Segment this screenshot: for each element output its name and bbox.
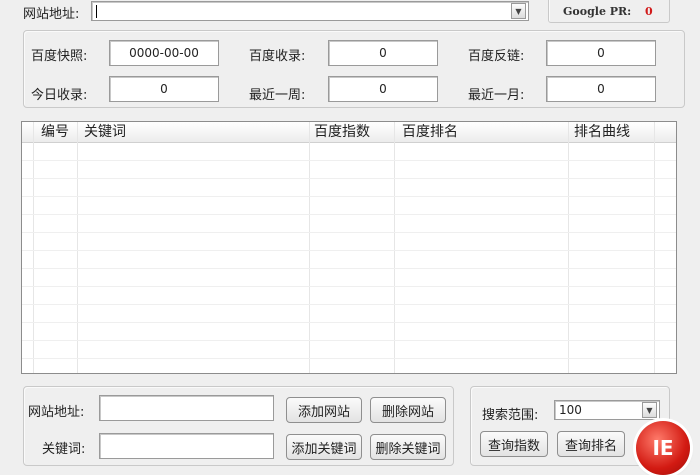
url-label: 网站地址: <box>23 7 80 22</box>
table-row[interactable] <box>22 178 676 179</box>
table-row[interactable] <box>22 268 676 269</box>
column-header-keyword[interactable]: 关键词 <box>84 122 126 142</box>
search-range-label: 搜索范围: <box>482 408 539 423</box>
stat-value-indexed: 0 <box>328 40 438 66</box>
table-row[interactable] <box>22 304 676 305</box>
ie-logo-text: IE <box>652 436 674 460</box>
ie-logo-icon: IE <box>636 421 690 475</box>
table-row[interactable] <box>22 214 676 215</box>
table-row[interactable] <box>22 250 676 251</box>
stat-value-backlinks: 0 <box>546 40 656 66</box>
stat-value-week: 0 <box>328 76 438 102</box>
keyword-label: 关键词: <box>42 442 86 457</box>
table-row[interactable] <box>22 232 676 233</box>
pagerank-box: Google PR: 0 <box>548 0 670 23</box>
url-combobox[interactable] <box>91 1 529 21</box>
delete-keyword-button[interactable]: 删除关键词 <box>370 434 446 460</box>
column-header-baidu-index[interactable]: 百度指数 <box>314 122 370 142</box>
search-range-dropdown-button[interactable]: ▼ <box>642 402 657 418</box>
keyword-table[interactable]: 编号 关键词 百度指数 百度排名 排名曲线 <box>21 121 677 374</box>
stat-label-snapshot: 百度快照: <box>31 49 88 64</box>
site-input[interactable] <box>99 395 274 421</box>
table-header: 编号 关键词 百度指数 百度排名 排名曲线 <box>22 122 676 143</box>
table-row[interactable] <box>22 196 676 197</box>
site-label: 网站地址: <box>28 405 85 420</box>
add-site-button[interactable]: 添加网站 <box>286 397 362 423</box>
keyword-input[interactable] <box>99 433 274 459</box>
table-row[interactable] <box>22 286 676 287</box>
query-index-button[interactable]: 查询指数 <box>480 431 548 457</box>
query-rank-button[interactable]: 查询排名 <box>557 431 625 457</box>
stat-value-today: 0 <box>109 76 219 102</box>
stat-label-today: 今日收录: <box>31 88 88 103</box>
table-row[interactable] <box>22 358 676 359</box>
pagerank-value: 0 <box>645 5 653 18</box>
chevron-down-icon: ▼ <box>515 6 522 16</box>
stat-label-backlinks: 百度反链: <box>468 49 525 64</box>
pagerank-label: Google PR: <box>563 5 632 18</box>
chevron-down-icon: ▼ <box>646 405 653 415</box>
stat-value-snapshot: 0000-00-00 <box>109 40 219 66</box>
column-header-id[interactable]: 编号 <box>41 122 69 142</box>
table-row[interactable] <box>22 160 676 161</box>
stat-label-month: 最近一月: <box>468 88 525 103</box>
delete-site-button[interactable]: 删除网站 <box>370 397 446 423</box>
column-header-baidu-rank[interactable]: 百度排名 <box>402 122 458 142</box>
text-cursor <box>96 4 97 18</box>
table-row[interactable] <box>22 322 676 323</box>
stat-label-indexed: 百度收录: <box>249 49 306 64</box>
url-dropdown-button[interactable]: ▼ <box>511 3 526 19</box>
stat-value-month: 0 <box>546 76 656 102</box>
add-keyword-button[interactable]: 添加关键词 <box>286 434 362 460</box>
stat-label-week: 最近一周: <box>249 88 306 103</box>
column-header-rank-curve[interactable]: 排名曲线 <box>574 122 630 142</box>
search-range-value: 100 <box>559 403 582 417</box>
table-row[interactable] <box>22 340 676 341</box>
